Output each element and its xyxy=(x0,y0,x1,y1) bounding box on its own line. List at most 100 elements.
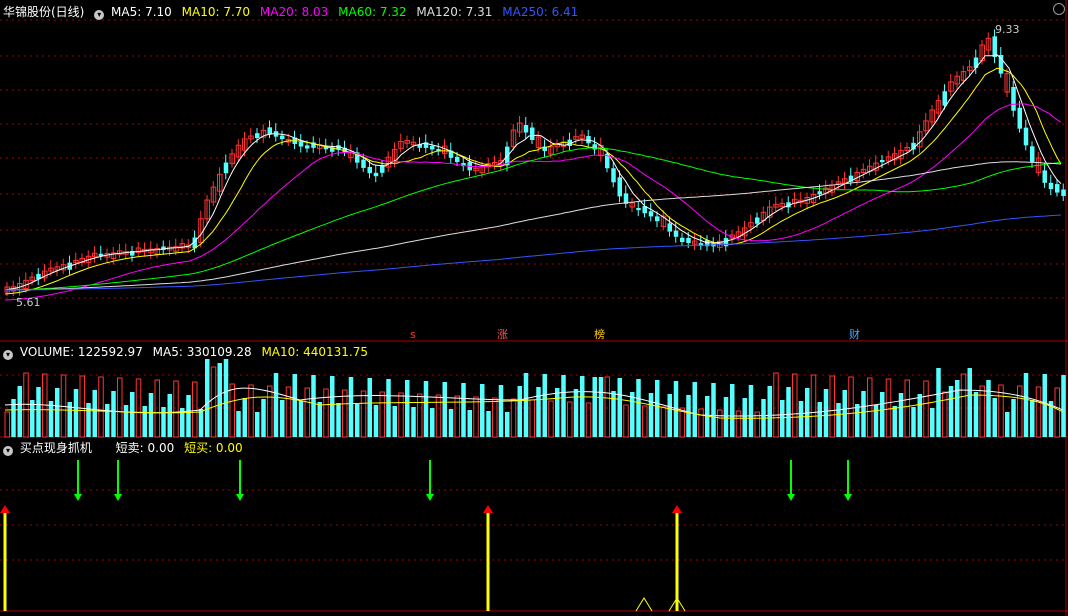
volume-bar xyxy=(548,400,554,438)
candle-body xyxy=(942,91,947,106)
ma-line-4 xyxy=(5,161,1062,291)
volume-bar xyxy=(367,378,372,437)
volume-bar xyxy=(130,392,135,437)
volume-bar xyxy=(967,368,972,437)
volume-bar xyxy=(792,373,798,438)
candle-body xyxy=(373,172,379,177)
volume-bar xyxy=(723,397,729,437)
volume-bar xyxy=(748,385,754,437)
panel-options-icon[interactable]: ▾ xyxy=(94,10,105,20)
volume-bar xyxy=(630,392,635,437)
volume-bar xyxy=(386,379,391,437)
sell-signal-arrowhead xyxy=(236,494,244,501)
volume-bar xyxy=(679,407,685,438)
event-marker-bang[interactable]: 榜 xyxy=(594,328,605,341)
volume-bar xyxy=(767,386,772,437)
volume-bar xyxy=(392,406,397,437)
volume-bar xyxy=(417,393,423,438)
volume-bar xyxy=(735,410,742,438)
short-buy-label: 短买: 0.00 xyxy=(184,441,243,455)
volume-bar xyxy=(161,407,166,437)
volume-bar xyxy=(360,390,367,438)
volume-bar xyxy=(498,385,504,437)
candle-body xyxy=(530,127,535,140)
event-marker-s[interactable]: s xyxy=(410,328,416,341)
volume-bar xyxy=(780,400,785,437)
volume-bar xyxy=(48,401,54,437)
candle-body xyxy=(1042,170,1047,183)
candle-body xyxy=(1061,189,1066,197)
volume-bar xyxy=(205,359,210,437)
volume-bar xyxy=(330,376,335,437)
ma250-label: MA250: 6.41 xyxy=(502,5,579,19)
volume-bar xyxy=(836,403,841,437)
volume-bar xyxy=(861,391,866,437)
ma5-label: MA5: 7.10 xyxy=(111,5,172,19)
volume-bar xyxy=(123,405,129,437)
volume-bar xyxy=(423,381,429,437)
volume-bar xyxy=(411,407,416,437)
stock-chart-canvas[interactable] xyxy=(0,0,1068,616)
ma10-label: MA10: 7.70 xyxy=(181,5,251,19)
volume-bar xyxy=(448,409,454,437)
candle-body xyxy=(455,156,460,162)
volume-bar xyxy=(1017,385,1023,438)
close-icon[interactable] xyxy=(1053,3,1065,15)
candle-body xyxy=(667,223,672,232)
volume-bar xyxy=(1023,373,1029,437)
volume-bar xyxy=(711,383,716,437)
volume-bar xyxy=(911,407,916,437)
volume-bar xyxy=(210,366,217,438)
signal-hump xyxy=(635,597,653,612)
candle-body xyxy=(680,237,685,242)
volume-bar xyxy=(698,408,704,438)
event-marker-cai[interactable]: 财 xyxy=(849,328,860,341)
sell-signal-arrowhead xyxy=(74,494,82,501)
stock-title: 华锦股份(日线) xyxy=(3,5,85,19)
volume-bar xyxy=(1054,387,1060,438)
candle-body xyxy=(611,168,616,183)
volume-bar xyxy=(73,389,79,437)
volume-bar xyxy=(604,376,610,438)
event-marker-zhang[interactable]: 涨 xyxy=(497,328,508,341)
volume-bar xyxy=(873,405,879,437)
volume-bar xyxy=(636,379,641,437)
indicator-options-icon[interactable]: ▾ xyxy=(3,446,13,456)
candle-body xyxy=(1011,87,1016,111)
candle-body xyxy=(430,145,435,150)
volume-bar xyxy=(692,382,697,437)
volume-bar xyxy=(348,377,354,437)
volume-bar xyxy=(373,405,379,437)
volume-bar xyxy=(298,401,304,437)
volume-bar xyxy=(573,389,579,437)
sell-signal-arrowhead xyxy=(787,494,795,501)
volume-bar xyxy=(98,376,104,438)
volume-bar xyxy=(973,392,979,437)
volume-bar xyxy=(598,377,604,437)
volume-bar xyxy=(236,411,241,437)
volume-bar xyxy=(817,402,822,437)
volume-bar xyxy=(717,409,723,438)
volume-bar xyxy=(379,391,385,438)
candle-body xyxy=(1048,182,1054,190)
candle-body xyxy=(1017,107,1022,129)
volume-bar xyxy=(23,372,29,438)
volume-bar xyxy=(1035,386,1042,438)
volume-bar xyxy=(660,406,667,438)
indicator-panel-header: ▾ 买点现身抓机 短卖: 0.00 短买: 0.00 xyxy=(3,440,249,456)
volume-bar xyxy=(986,380,991,437)
volume-options-icon[interactable]: ▾ xyxy=(3,350,13,360)
volume-bar xyxy=(567,401,573,438)
volume-bar xyxy=(142,406,147,437)
volume-bar xyxy=(480,384,485,437)
volume-ma10-label: MA10: 440131.75 xyxy=(261,345,369,359)
volume-bar xyxy=(955,380,960,437)
volume-bar xyxy=(898,393,904,437)
volume-bar xyxy=(880,392,885,437)
volume-bar xyxy=(311,375,316,437)
candle-body xyxy=(755,217,760,224)
volume-bar xyxy=(285,386,292,438)
volume-bar xyxy=(561,375,566,437)
volume-bar xyxy=(930,408,935,437)
volume-bar xyxy=(461,383,466,437)
